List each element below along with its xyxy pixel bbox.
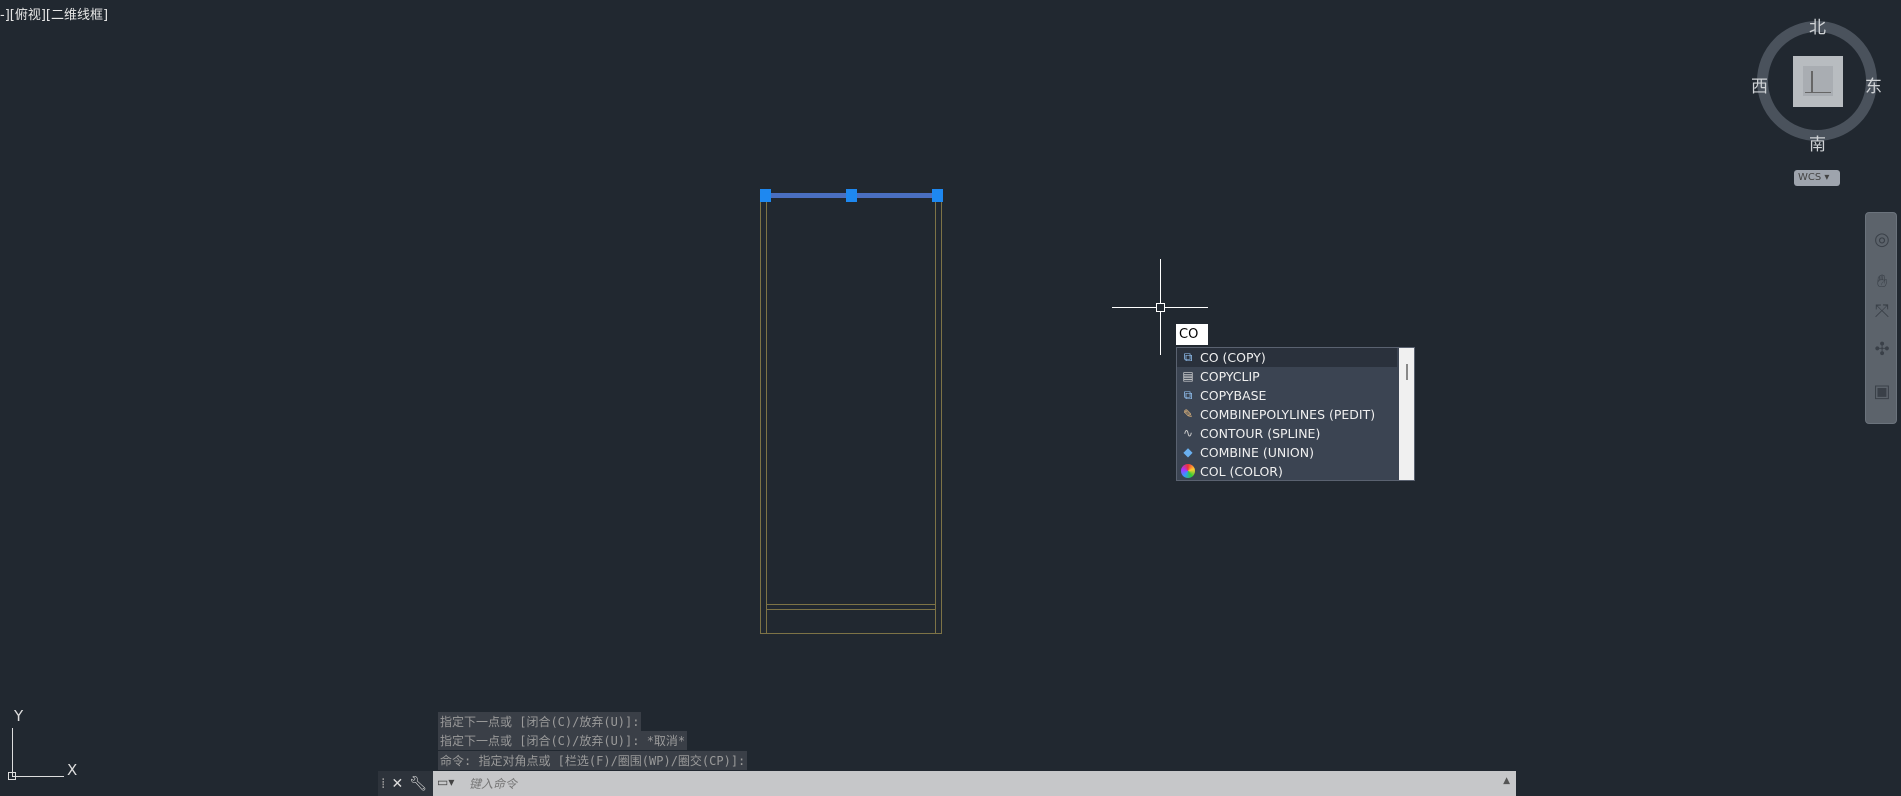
grip-mid[interactable] (846, 189, 857, 202)
pedit-icon: ✎ (1182, 407, 1194, 421)
autocomplete-scrollbar[interactable] (1399, 348, 1414, 480)
compass-east[interactable]: 东 (1865, 72, 1882, 97)
wrench-icon[interactable]: 🔧︎ (409, 776, 427, 792)
steering-wheel-icon[interactable]: ◎ (1870, 229, 1894, 253)
dynamic-input[interactable]: CO (1176, 324, 1208, 345)
copyclip-icon: ▤ (1182, 369, 1194, 383)
history-toggle-icon[interactable]: ▲ (1503, 776, 1510, 786)
showmotion-icon[interactable]: ▣ (1870, 381, 1894, 405)
compass-north[interactable]: 北 (1809, 13, 1826, 38)
grip-end[interactable] (932, 189, 943, 202)
autocomplete-list[interactable]: ⧉ CO (COPY) ▤ COPYCLIP ⧉ COPYBASE ✎ COMBINEP… (1176, 347, 1415, 481)
copy-icon: ⧉ (1183, 350, 1193, 364)
zoom-extents-icon[interactable]: ⤧ (1870, 301, 1894, 325)
union-icon: ◆ (1183, 445, 1193, 459)
autocomplete-item[interactable]: ▤ COPYCLIP (1177, 367, 1397, 386)
history-line: 指定下一点或 [闭合(C)/放弃(U)]: (438, 712, 642, 731)
drag-handle-icon[interactable]: ⁞ (381, 776, 385, 792)
history-line: 命令: 指定对角点或 [栏选(F)/圈围(WP)/圈交(CP)]: (438, 751, 748, 770)
color-wheel-icon (1180, 464, 1196, 479)
autocomplete-item[interactable]: ⧉ COPYBASE (1177, 386, 1397, 405)
wcs-menu[interactable]: WCS ▾ (1794, 170, 1840, 186)
copybase-icon: ⧉ (1183, 388, 1193, 402)
compass-south[interactable]: 南 (1809, 130, 1826, 155)
command-prompt-icon[interactable]: ▭▾ (437, 775, 454, 789)
close-icon[interactable]: ✕ (391, 776, 403, 792)
navigation-bar: ◎ ✋︎ ⤧ ✣ ▣ (1865, 212, 1897, 424)
grip-start[interactable] (760, 189, 771, 202)
autocomplete-item[interactable]: ⧉ CO (COPY) (1177, 348, 1397, 367)
autocomplete-item[interactable]: ✎ COMBINEPOLYLINES (PEDIT) (1177, 405, 1397, 424)
pickbox (1156, 303, 1165, 312)
pan-hand-icon[interactable]: ✋︎ (1870, 271, 1894, 295)
spline-icon: ∿ (1182, 426, 1194, 440)
command-input[interactable]: 键入命令 (469, 775, 517, 792)
command-line[interactable]: ▭▾ 键入命令 ▲ (433, 771, 1516, 796)
compass-west[interactable]: 西 (1751, 72, 1768, 97)
history-line: 指定下一点或 [闭合(C)/放弃(U)]: *取消* (438, 731, 688, 750)
orbit-icon[interactable]: ✣ (1870, 339, 1894, 363)
autocomplete-item[interactable]: ◆ COMBINE (UNION) (1177, 443, 1397, 462)
viewport-controls-label[interactable]: -][俯视][二维线框] (0, 4, 108, 23)
autocomplete-item[interactable]: ∿ CONTOUR (SPLINE) (1177, 424, 1397, 443)
viewcube-top-face[interactable] (1793, 56, 1843, 107)
autocomplete-item[interactable]: COL (COLOR) (1177, 462, 1397, 481)
command-line-controls: ⁞ ✕ 🔧︎ (378, 771, 433, 796)
